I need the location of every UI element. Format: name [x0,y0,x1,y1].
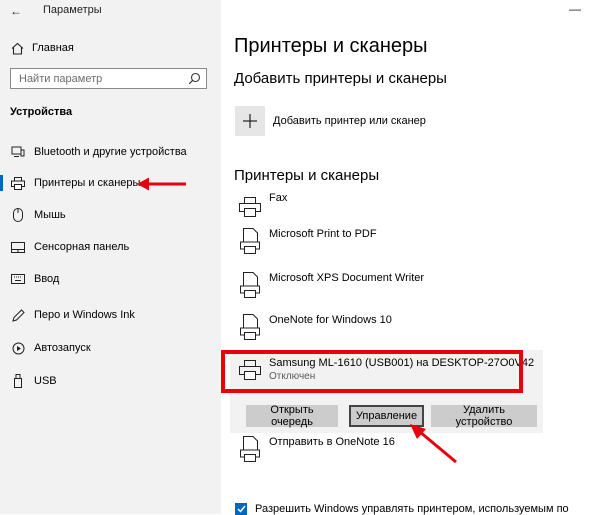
default-printer-checkbox-row[interactable]: Разрешить Windows управлять принтером, и… [235,503,569,515]
minimize-icon[interactable]: — [569,2,581,16]
search-input[interactable] [11,69,189,88]
add-section-title: Добавить принтеры и сканеры [234,70,447,87]
annotation-highlight-printer [221,350,523,393]
main-content: — Принтеры и сканеры Добавить принтеры и… [221,0,600,515]
checkbox-label: Разрешить Windows управлять принтером, и… [255,503,569,515]
window-title: Параметры [43,4,102,16]
printer-name: Microsoft Print to PDF [269,228,377,240]
printer-item-xps-writer[interactable]: Microsoft XPS Document Writer [235,270,424,300]
printer-name: Отправить в OneNote 16 [269,436,395,448]
printer-item-onenote-win10[interactable]: OneNote for Windows 10 [235,312,392,342]
add-printer-label: Добавить принтер или сканер [273,115,426,127]
search-box[interactable] [10,68,207,89]
checkbox-checked-icon[interactable] [235,503,247,515]
mouse-icon [11,208,25,222]
printer-name: Fax [269,192,288,204]
document-printer-icon [235,272,265,298]
sidebar: ← Параметры Главная Устройства Bluetooth… [0,0,221,514]
printer-item-onenote-16[interactable]: Отправить в OneNote 16 [235,434,395,464]
document-printer-icon [235,228,265,254]
document-printer-icon [235,436,265,462]
sidebar-item-label: Bluetooth и другие устройства [34,146,187,158]
touchpad-icon [11,240,25,254]
printer-item-print-to-pdf[interactable]: Microsoft Print to PDF [235,226,377,256]
sidebar-item-usb[interactable]: USB [0,370,221,392]
sidebar-item-label: Автозапуск [34,342,91,354]
printer-icon [235,197,265,217]
sidebar-item-label: USB [34,375,57,387]
back-arrow-icon[interactable]: ← [10,4,22,18]
sidebar-item-label: Сенсорная панель [34,241,130,253]
add-printer-button[interactable]: Добавить принтер или сканер [235,106,426,136]
bluetooth-devices-icon [11,145,25,159]
sidebar-item-label: Перо и Windows Ink [34,309,135,321]
open-queue-button[interactable]: Открыть очередь [246,404,338,428]
sidebar-item-touchpad[interactable]: Сенсорная панель [0,236,221,258]
search-icon[interactable] [188,72,201,85]
sidebar-item-label: Мышь [34,209,66,221]
printer-name: Microsoft XPS Document Writer [269,272,425,284]
keyboard-icon [11,272,25,286]
home-link[interactable]: Главная [11,41,74,55]
section-title-devices: Устройства [10,106,73,118]
annotation-arrow-sidebar [137,177,186,191]
document-printer-icon [235,314,265,340]
plus-icon [235,106,265,136]
printer-name: OneNote for Windows 10 [269,314,392,326]
home-label: Главная [32,42,74,54]
sidebar-item-mouse[interactable]: Мышь [0,204,221,226]
sidebar-item-pen[interactable]: Перо и Windows Ink [0,304,221,326]
sidebar-item-autoplay[interactable]: Автозапуск [0,337,221,359]
printer-item-fax[interactable]: Fax [235,192,287,222]
sidebar-item-label: Ввод [34,273,60,285]
sidebar-item-bluetooth[interactable]: Bluetooth и другие устройства [0,141,221,163]
autoplay-icon [11,341,25,355]
pen-icon [11,308,25,322]
home-icon [11,42,24,55]
printers-section-title: Принтеры и сканеры [234,167,380,184]
annotation-arrow-manage [410,424,457,464]
printer-icon [11,176,25,190]
usb-icon [11,374,25,388]
sidebar-item-typing[interactable]: Ввод [0,268,221,290]
page-title: Принтеры и сканеры [234,35,428,57]
sidebar-item-label: Принтеры и сканеры [34,177,141,189]
